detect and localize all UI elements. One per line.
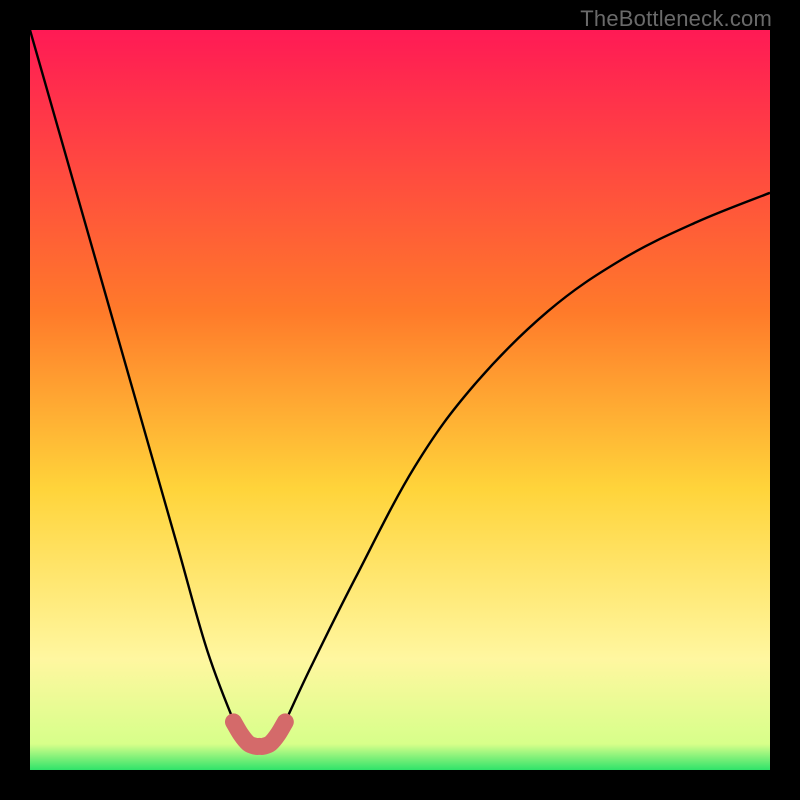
outer-frame: TheBottleneck.com [0, 0, 800, 800]
chart-plot-area [30, 30, 770, 770]
chart-svg [30, 30, 770, 770]
heat-gradient-background [30, 30, 770, 770]
watermark-label: TheBottleneck.com [580, 6, 772, 32]
